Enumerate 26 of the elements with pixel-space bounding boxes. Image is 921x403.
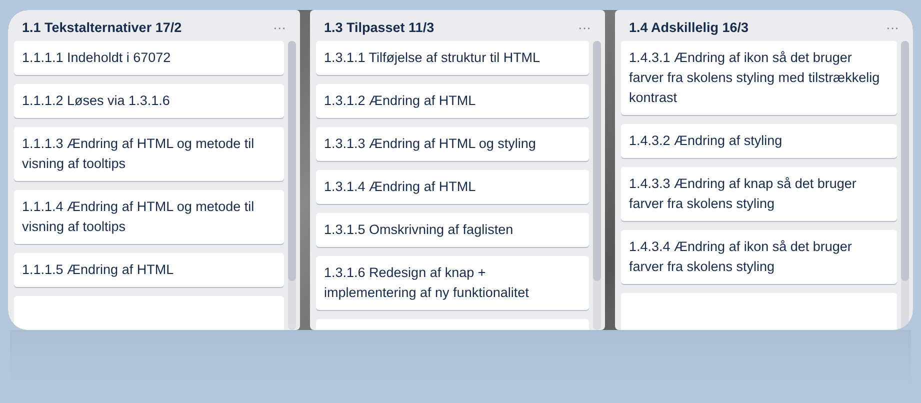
list-menu-button[interactable]: ··· (574, 20, 595, 35)
task-card[interactable] (14, 296, 284, 330)
task-card[interactable]: 1.1.1.4 Ændring af HTML og metode til visning af tooltips (14, 190, 284, 244)
list-menu-button[interactable]: ··· (882, 20, 903, 35)
task-card[interactable]: 1.3.1.3 Ændring af HTML og styling (316, 127, 589, 161)
task-card[interactable]: 1.1.1.2 Løses via 1.3.1.6 (14, 84, 284, 118)
task-card[interactable]: 1.4.3.2 Ændring af styling (621, 124, 897, 158)
task-card[interactable] (621, 293, 897, 330)
task-card[interactable]: 1.3.1.2 Ændring af HTML (316, 84, 589, 118)
task-card[interactable]: 1.3.1.1 Tilføjelse af struktur til HTML (316, 41, 589, 75)
task-card[interactable]: 1.4.3.3 Ændring af knap så det bruger farver fra skolens styling (621, 167, 897, 221)
task-card[interactable]: 1.1.1.5 Ændring af HTML (14, 253, 284, 287)
scrollbar[interactable] (901, 41, 909, 330)
task-card[interactable]: 1.3.1.4 Ændring af HTML (316, 170, 589, 204)
list-title: 1.3 Tilpasset 11/3 (324, 20, 434, 35)
list-title: 1.1 Tekstalternativer 17/2 (22, 20, 182, 35)
scrollbar[interactable] (593, 41, 601, 330)
list-menu-button[interactable]: ··· (269, 20, 290, 35)
task-card[interactable]: 1.1.1.1 Indeholdt i 67072 (14, 41, 284, 75)
task-card[interactable]: 1.3.1.6 Redesign af knap + implementering af ny funktionalitet (316, 256, 589, 310)
task-card[interactable]: 1.4.3.1 Ændring af ikon så det bruger farver fra skolens styling med tilstrækkelig kontrast (621, 41, 897, 115)
task-card[interactable]: 1.4.3.4 Ændring af ikon så det bruger farver fra skolens styling (621, 230, 897, 284)
list-title: 1.4 Adskillelig 16/3 (629, 20, 749, 35)
task-card[interactable]: 1.3.1.5 Omskrivning af faglisten (316, 213, 589, 247)
task-card[interactable]: 1.1.1.3 Ændring af HTML og metode til visning af tooltips (14, 127, 284, 181)
scrollbar[interactable] (288, 41, 296, 330)
